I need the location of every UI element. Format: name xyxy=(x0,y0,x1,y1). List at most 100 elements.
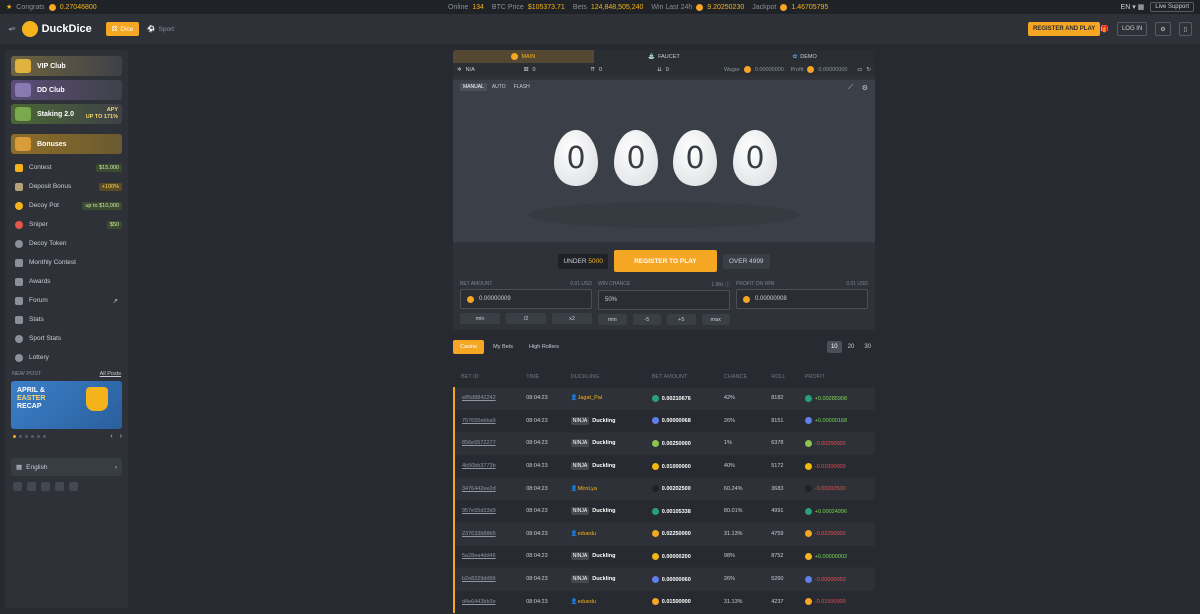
bet-min-button[interactable]: min xyxy=(460,313,500,324)
tab-my-bets[interactable]: My Bets xyxy=(486,340,520,354)
chance-minus5-button[interactable]: -5 xyxy=(632,314,661,325)
username[interactable]: Duckling xyxy=(592,418,615,424)
language-select[interactable]: ▦ English › xyxy=(11,458,122,476)
username[interactable]: Duckling xyxy=(592,576,615,582)
live-support-button[interactable]: Live Support xyxy=(1150,2,1194,12)
carousel-dot[interactable] xyxy=(37,435,40,438)
bet-half-button[interactable]: /2 xyxy=(506,313,546,324)
online-label: Online xyxy=(448,3,469,11)
sidebar-item-monthly-contest[interactable]: Monthly Contest xyxy=(11,253,122,272)
bet-id-link[interactable]: 5a28ea4dd46 xyxy=(462,553,496,559)
sidebar-item-sniper[interactable]: Sniper $50 xyxy=(11,215,122,234)
dd-club-link[interactable]: DD Club xyxy=(11,80,122,100)
carousel-next-icon[interactable]: › xyxy=(120,433,122,440)
carousel-dot[interactable] xyxy=(31,435,34,438)
bonuses-section-header[interactable]: Bonuses xyxy=(11,134,122,154)
register-to-play-button[interactable]: REGISTER TO PLAY xyxy=(613,250,717,272)
sidebar-item-contest[interactable]: Contest $15,000 xyxy=(11,158,122,177)
bet-id-link[interactable]: d4e6443bb3e xyxy=(462,599,496,605)
email-icon[interactable] xyxy=(69,482,78,491)
bet-id-link[interactable]: 237633b88b5 xyxy=(462,531,496,537)
bet-id-link[interactable]: 757655ebba9 xyxy=(462,418,496,424)
chart-icon[interactable]: ⟋ xyxy=(848,84,853,92)
refresh-icon[interactable]: ↻ xyxy=(866,67,871,73)
sidebar-item-decoy-token[interactable]: Decoy Token xyxy=(11,234,122,253)
login-button[interactable]: LOG IN xyxy=(1116,22,1148,36)
btc-coin-icon xyxy=(48,3,56,11)
facebook-icon[interactable] xyxy=(41,482,50,491)
username[interactable]: eduedu xyxy=(578,531,596,537)
carousel-dot[interactable] xyxy=(13,435,16,438)
mode-flash-tab[interactable]: FLASH xyxy=(511,83,533,91)
sidebar-item-sport-stats[interactable]: Sport Stats xyxy=(11,329,122,348)
rows-10-button[interactable]: 10 xyxy=(826,341,842,353)
gift-icon[interactable]: 🎁 xyxy=(1100,25,1109,33)
staking-icon xyxy=(15,107,31,121)
username[interactable]: Jagat_Pal xyxy=(578,395,602,401)
sidebar-item-forum[interactable]: Forum ↗ xyxy=(11,291,122,310)
vip-club-link[interactable]: VIP Club xyxy=(11,56,122,76)
carousel-dot[interactable] xyxy=(25,435,28,438)
settings-gear-icon[interactable]: ⚙ xyxy=(862,84,868,92)
tab-casino[interactable]: Casino xyxy=(453,340,485,354)
collapse-sidebar-icon[interactable]: ◂≡ xyxy=(8,25,16,33)
stat-bets: ⚅ 0 xyxy=(523,66,536,73)
tab-faucet[interactable]: ⛲ FAUCET xyxy=(593,50,735,63)
bet-id-link[interactable]: 4b56bb3773b xyxy=(462,463,496,469)
username[interactable]: Duckling xyxy=(592,463,615,469)
tab-high-rollers[interactable]: High Rollers xyxy=(522,340,566,354)
username[interactable]: Duckling xyxy=(592,553,615,559)
sidebar-item-decoy-pot[interactable]: Decoy Pot up to $10,000 xyxy=(11,196,122,215)
username[interactable]: Duckling xyxy=(592,440,615,446)
news-banner[interactable]: APRIL & EASTER RECAP xyxy=(11,381,122,429)
sidebar-item-lottery[interactable]: Lottery xyxy=(11,348,122,367)
x-twitter-icon[interactable] xyxy=(27,482,36,491)
bet-roll: 6378 xyxy=(764,431,798,455)
nav-dice-button[interactable]: ⚄ Dice xyxy=(105,22,140,36)
bet-id-link[interactable]: e85d8842242 xyxy=(462,395,496,401)
chat-icon[interactable]: ▭ xyxy=(857,67,862,73)
vip-club-label: VIP Club xyxy=(37,62,66,70)
discord-icon[interactable] xyxy=(13,482,22,491)
sidebar-item-stats[interactable]: Stats xyxy=(11,310,122,329)
help-icon[interactable]: ⓘ xyxy=(725,282,730,288)
notifications-icon[interactable]: ▯ xyxy=(1178,22,1192,36)
chance-plus5-button[interactable]: +5 xyxy=(667,314,696,325)
bet-id-link[interactable]: 856e5572277 xyxy=(462,440,496,446)
sidebar-item-awards[interactable]: Awards xyxy=(11,272,122,291)
language-selector[interactable]: EN ▾ ▦ xyxy=(1121,3,1145,11)
register-and-play-button[interactable]: REGISTER AND PLAY xyxy=(1028,22,1101,36)
carousel-dot[interactable] xyxy=(43,435,46,438)
chance-min-button[interactable]: min xyxy=(598,314,627,325)
bet-id-link[interactable]: 957e55d33d9 xyxy=(462,508,496,514)
staking-link[interactable]: Staking 2.0 APY UP TO 171% xyxy=(11,104,122,124)
over-button[interactable]: OVER 4999 xyxy=(722,253,770,269)
bet-double-button[interactable]: x2 xyxy=(552,313,592,324)
nav-sport-button[interactable]: ⚽ Sport xyxy=(141,22,180,36)
tab-demo[interactable]: ✿ DEMO xyxy=(734,50,875,63)
under-button[interactable]: UNDER 5000 xyxy=(558,253,608,269)
language-label: English xyxy=(26,463,48,471)
profit-on-win-input[interactable]: 0.00000008 xyxy=(736,289,868,309)
btc-coin-icon xyxy=(696,3,704,11)
username[interactable]: Duckling xyxy=(592,508,615,514)
bet-amount-input[interactable]: 0.00000009 xyxy=(460,289,592,309)
win-chance-input[interactable]: 50% xyxy=(598,290,730,310)
duckdice-logo[interactable]: DuckDice xyxy=(21,21,92,37)
carousel-dot[interactable] xyxy=(19,435,22,438)
rows-30-button[interactable]: 30 xyxy=(860,341,875,353)
username[interactable]: MiroLya xyxy=(578,486,597,492)
rows-20-button[interactable]: 20 xyxy=(844,341,859,353)
carousel-prev-icon[interactable]: ‹ xyxy=(110,433,112,440)
all-posts-link[interactable]: All Posts xyxy=(100,371,121,377)
bet-id-link[interactable]: b2e8229dd96 xyxy=(462,576,496,582)
settings-gear-icon[interactable]: ⚙ xyxy=(1155,22,1171,36)
tab-main[interactable]: MAIN xyxy=(453,50,594,63)
mode-manual-tab[interactable]: MANUAL xyxy=(460,83,487,91)
sidebar-item-deposit-bonus[interactable]: Deposit Bonus +100% xyxy=(11,177,122,196)
chance-max-button[interactable]: max xyxy=(701,314,730,325)
mode-auto-tab[interactable]: AUTO xyxy=(489,83,509,91)
telegram-icon[interactable] xyxy=(55,482,64,491)
username[interactable]: eduedu xyxy=(578,599,596,605)
bet-id-link[interactable]: 3476442ee2d xyxy=(462,486,496,492)
